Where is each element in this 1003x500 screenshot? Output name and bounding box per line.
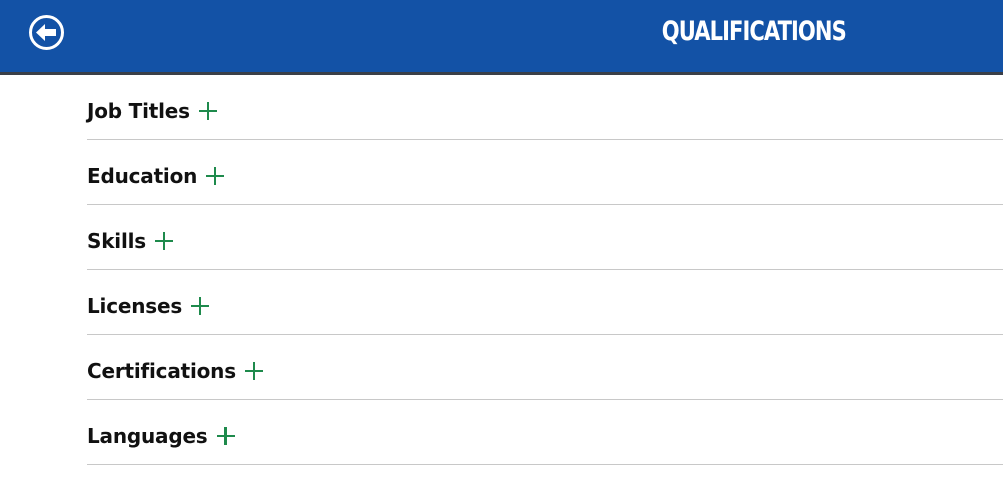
back-button[interactable] — [28, 14, 65, 51]
section-label: Skills — [87, 229, 146, 253]
arrow-left-circle-icon — [29, 15, 64, 50]
section-licenses[interactable]: Licenses — [87, 270, 1003, 335]
plus-icon[interactable] — [216, 427, 235, 445]
plus-icon[interactable] — [198, 102, 217, 120]
section-label: Licenses — [87, 294, 183, 318]
section-label: Languages — [87, 424, 208, 448]
section-certifications[interactable]: Certifications — [87, 335, 1003, 400]
app-header: QUALIFICATIONS — [0, 0, 1003, 72]
plus-icon[interactable] — [191, 297, 210, 315]
qualifications-list: Job Titles Education Skills Licenses Cer… — [87, 75, 1003, 465]
section-skills[interactable]: Skills — [87, 205, 1003, 270]
section-label: Job Titles — [87, 99, 190, 123]
plus-icon[interactable] — [154, 232, 173, 250]
section-education[interactable]: Education — [87, 140, 1003, 205]
section-label: Certifications — [87, 359, 236, 383]
page-title: QUALIFICATIONS — [661, 16, 847, 47]
plus-icon[interactable] — [206, 167, 225, 185]
section-label: Education — [87, 164, 198, 188]
section-languages[interactable]: Languages — [87, 400, 1003, 465]
section-job-titles[interactable]: Job Titles — [87, 75, 1003, 140]
plus-icon[interactable] — [244, 362, 263, 380]
